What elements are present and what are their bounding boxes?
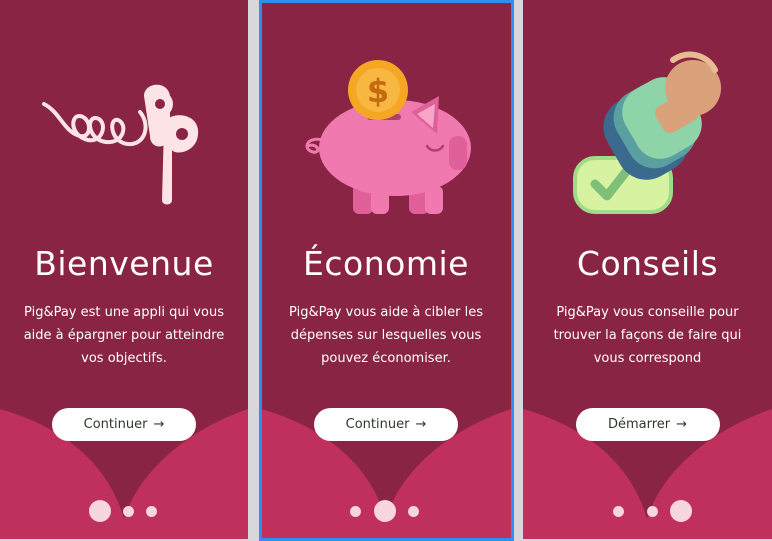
page-dot[interactable]	[647, 506, 658, 517]
page-dot-active[interactable]	[670, 500, 692, 522]
onboarding-screen-welcome: Bienvenue Pig&Pay est une appli qui vous…	[0, 0, 248, 539]
arrow-right-icon: →	[153, 417, 165, 432]
continue-button[interactable]: Continuer →	[52, 408, 196, 441]
page-description: Pig&Pay est une appli qui vous aide à ép…	[23, 305, 225, 366]
page-dot[interactable]	[613, 506, 624, 517]
page-indicator	[523, 499, 772, 523]
page-title: Économie	[303, 244, 469, 283]
onboarding-screen-tips: Conseils Pig&Pay vous conseille pour tro…	[523, 0, 772, 539]
page-dot[interactable]	[408, 506, 419, 517]
continue-button[interactable]: Continuer →	[314, 408, 458, 441]
start-button[interactable]: Démarrer →	[575, 408, 720, 441]
page-dot-active[interactable]	[89, 500, 111, 522]
page-dot[interactable]	[123, 506, 134, 517]
page-dot-active[interactable]	[374, 500, 396, 522]
page-indicator	[261, 499, 511, 523]
arrow-right-icon: →	[415, 417, 427, 432]
onboarding-screen-economy: $ Économie Pig&Pay vous aide à cibler le…	[261, 0, 511, 539]
arrow-right-icon: →	[676, 417, 688, 432]
pig-and-pay-logo-icon	[42, 84, 199, 205]
start-button-label: Démarrer	[607, 417, 671, 432]
page-description: Pig&Pay vous conseille pour trouver la f…	[553, 305, 742, 366]
page-indicator	[0, 499, 248, 523]
page-description: Pig&Pay vous aide à cibler les dépenses …	[289, 305, 483, 366]
dollar-sign-icon: $	[367, 72, 389, 110]
page-title: Conseils	[576, 244, 719, 283]
continue-button-label: Continuer	[83, 417, 148, 432]
page-title: Bienvenue	[34, 244, 214, 283]
approval-stamp-icon	[573, 51, 721, 214]
page-dot[interactable]	[350, 506, 361, 517]
page-dot[interactable]	[146, 506, 157, 517]
piggy-bank-icon: $	[305, 60, 471, 214]
continue-button-label: Continuer	[345, 417, 410, 432]
